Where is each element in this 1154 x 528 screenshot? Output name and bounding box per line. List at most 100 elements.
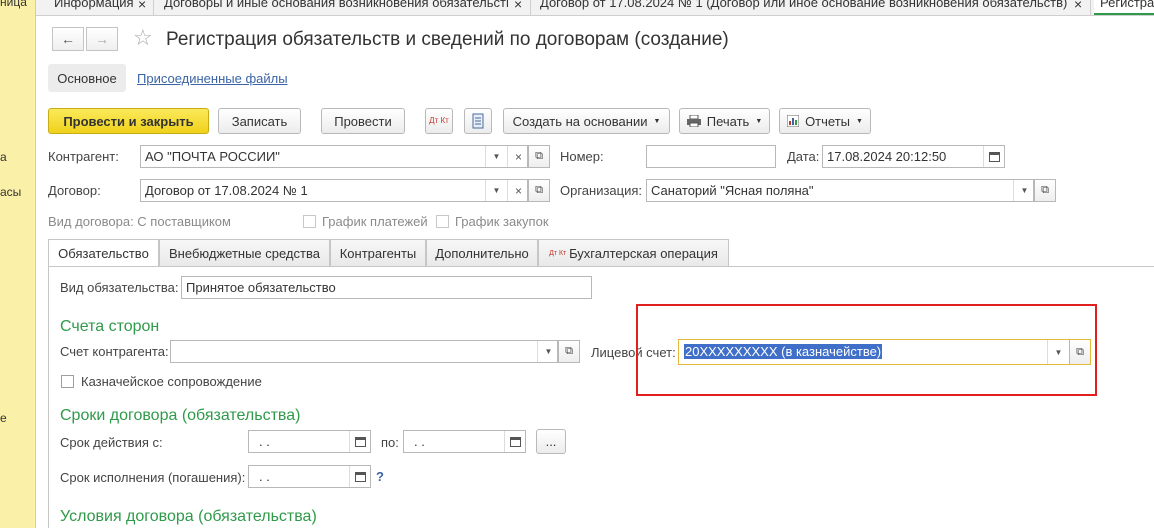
date-value: 17.08.2024 20:12:50 (827, 149, 947, 164)
execution-term-field[interactable]: . . (248, 465, 371, 488)
purchase-schedule-checkbox[interactable] (436, 215, 449, 228)
valid-to-field[interactable]: . . (403, 430, 526, 453)
open-icon[interactable]: ⧉ (528, 145, 550, 168)
tab-label: Договор от 17.08.2024 № 1 (Договор или и… (540, 0, 1068, 10)
dropdown-icon[interactable]: ▼ (485, 146, 507, 167)
tab-label: Регистрац (1100, 0, 1154, 10)
dropdown-icon[interactable]: ▼ (1013, 180, 1035, 201)
counterparty-field[interactable]: АО "ПОЧТА РОССИИ" ▼ × (140, 145, 528, 168)
contract-label: Договор: (48, 183, 101, 198)
save-button[interactable]: Записать (218, 108, 301, 134)
number-field[interactable] (646, 145, 776, 168)
date-field[interactable]: 17.08.2024 20:12:50 (822, 145, 1005, 168)
favorite-star-icon[interactable]: ☆ (133, 25, 153, 51)
calendar-icon[interactable] (504, 431, 526, 452)
organization-value: Санаторий "Ясная поляна" (651, 183, 814, 198)
obligation-kind-value: Принятое обязательство (186, 280, 336, 295)
tab-label: Информация (54, 0, 134, 10)
number-label: Номер: (560, 149, 604, 164)
period-select-button[interactable]: ... (536, 429, 566, 454)
treasury-support-checkbox[interactable] (61, 375, 74, 388)
tab-contracts[interactable]: Договоры и иные основания возникновения … (158, 0, 508, 15)
forward-button[interactable]: → (86, 27, 118, 51)
contract-type-text: Вид договора: С поставщиком (48, 214, 231, 229)
terms-section-title: Сроки договора (обязательства) (60, 407, 301, 424)
forward-arrow-icon: → (95, 31, 109, 47)
conditions-section-title: Условия договора (обязательства) (60, 508, 317, 525)
valid-to-value: . . (414, 434, 425, 449)
counterparty-value: АО "ПОЧТА РОССИИ" (145, 149, 280, 164)
left-panel-fragment[interactable]: ница (0, 0, 27, 9)
payment-schedule-label: График платежей (322, 214, 428, 229)
left-panel-fragment[interactable]: а (0, 150, 7, 164)
dropdown-icon[interactable]: ▼ (485, 180, 507, 201)
obligation-kind-field[interactable]: Принятое обязательство (181, 276, 592, 299)
valid-from-label: Срок действия с: (60, 435, 163, 450)
chevron-down-icon: ▼ (856, 117, 863, 125)
left-panel-fragment[interactable]: е (0, 411, 7, 425)
reports-button[interactable]: Отчеты ▼ (779, 108, 871, 134)
left-panel-fragment[interactable]: асы (0, 185, 21, 199)
close-icon[interactable]: × (1074, 0, 1082, 12)
create-based-on-button[interactable]: Создать на основании ▼ (503, 108, 670, 134)
tab-separator (153, 0, 154, 15)
create-based-on-label: Создать на основании (512, 113, 648, 129)
clear-icon[interactable]: × (507, 146, 529, 167)
open-icon[interactable]: ⧉ (528, 179, 550, 202)
chevron-down-icon: ▼ (755, 117, 763, 125)
post-button[interactable]: Провести (321, 108, 405, 134)
execution-term-value: . . (259, 469, 270, 484)
calendar-icon[interactable] (983, 146, 1005, 167)
open-icon[interactable]: ⧉ (1034, 179, 1056, 202)
accounts-section-title: Счета сторон (60, 318, 160, 335)
tab-additional[interactable]: Дополнительно (426, 239, 538, 266)
document-list-icon (472, 113, 484, 129)
close-icon[interactable]: × (138, 0, 146, 12)
tab-extrabudget[interactable]: Внебюджетные средства (159, 239, 330, 266)
obligation-kind-label: Вид обязательства: (60, 280, 179, 295)
calendar-icon[interactable] (349, 466, 371, 487)
organization-field[interactable]: Санаторий "Ясная поляна" ▼ (646, 179, 1034, 202)
valid-from-value: . . (259, 434, 270, 449)
reports-label: Отчеты (805, 113, 850, 129)
tab-accounting-operation[interactable]: Дт Кт Бухгалтерская операция (538, 239, 729, 266)
subnav-main[interactable]: Основное (48, 64, 126, 92)
page-title: Регистрация обязательств и сведений по д… (166, 29, 729, 50)
clear-icon[interactable]: × (507, 180, 529, 201)
tab-label: Бухгалтерская операция (569, 245, 718, 261)
payment-schedule-checkbox[interactable] (303, 215, 316, 228)
tab-separator (530, 0, 531, 15)
valid-from-field[interactable]: . . (248, 430, 371, 453)
back-arrow-icon: ← (61, 31, 75, 47)
highlight-box (636, 304, 1097, 396)
execution-term-label: Срок исполнения (погашения): (60, 470, 246, 485)
contract-value: Договор от 17.08.2024 № 1 (145, 183, 308, 198)
print-button[interactable]: Печать ▼ (679, 108, 770, 134)
to-label: по: (381, 435, 399, 450)
purchase-schedule-label: График закупок (455, 214, 549, 229)
tab-counterparties[interactable]: Контрагенты (330, 239, 426, 266)
close-icon[interactable]: × (514, 0, 522, 12)
list-button[interactable] (464, 108, 492, 134)
tab-obligation[interactable]: Обязательство (48, 239, 159, 267)
date-label: Дата: (787, 149, 820, 164)
cp-account-field[interactable]: ▼ (170, 340, 558, 363)
tab-label: Договоры и иные основания возникновения … (164, 0, 508, 10)
printer-icon (686, 115, 701, 127)
dt-kt-icon: Дт Кт (549, 249, 567, 257)
dt-kt-icon: Дт Кт (429, 116, 449, 125)
help-icon[interactable]: ? (376, 469, 384, 484)
counterparty-label: Контрагент: (48, 149, 119, 164)
calendar-icon[interactable] (349, 431, 371, 452)
organization-label: Организация: (560, 183, 643, 198)
dropdown-icon[interactable]: ▼ (537, 341, 559, 362)
treasury-support-label: Казначейское сопровождение (81, 374, 262, 389)
tab-registration[interactable]: Регистрац (1094, 0, 1154, 15)
open-icon[interactable]: ⧉ (558, 340, 580, 363)
dt-kt-button[interactable]: Дт Кт (425, 108, 453, 134)
post-and-close-button[interactable]: Провести и закрыть (48, 108, 209, 134)
contract-field[interactable]: Договор от 17.08.2024 № 1 ▼ × (140, 179, 528, 202)
back-button[interactable]: ← (52, 27, 84, 51)
tab-contract-doc[interactable]: Договор от 17.08.2024 № 1 (Договор или и… (534, 0, 1070, 15)
subnav-files-link[interactable]: Присоединенные файлы (137, 71, 288, 86)
